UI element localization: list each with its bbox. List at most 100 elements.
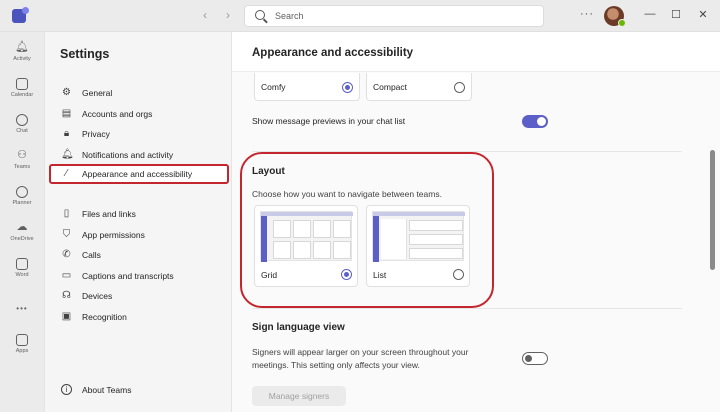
rail-label: Chat: [16, 128, 28, 134]
teams-logo-icon: [12, 7, 29, 23]
id-card-icon: ▤: [61, 108, 72, 119]
settings-item-accounts[interactable]: ▤ Accounts and orgs: [53, 105, 225, 123]
settings-item-label: General: [82, 88, 113, 98]
layout-option-grid[interactable]: Grid: [254, 205, 358, 287]
rail-item-calendar[interactable]: Calendar: [0, 74, 44, 106]
chat-icon: [16, 114, 28, 126]
headset-icon: ☊: [62, 290, 71, 301]
sign-language-title: Sign language view: [252, 322, 345, 333]
lock-icon: 🔒︎: [63, 128, 70, 139]
rail-item-chat[interactable]: Chat: [0, 110, 44, 142]
captions-icon: ▭: [61, 270, 72, 281]
word-icon: [16, 258, 28, 270]
settings-item-label: Devices: [82, 291, 113, 301]
layout-option-list[interactable]: List: [366, 205, 470, 287]
search-input[interactable]: [275, 9, 525, 23]
message-previews-label: Show message previews in your chat list: [252, 116, 406, 126]
rail-item-activity[interactable]: 🔔︎ Activity: [0, 38, 44, 70]
layout-description: Choose how you want to navigate between …: [252, 189, 442, 199]
rail-label: Activity: [13, 56, 31, 62]
rail-item-planner[interactable]: Planner: [0, 182, 44, 214]
list-label: List: [373, 270, 387, 280]
more-apps-icon: •••: [16, 304, 28, 313]
phone-icon: ✆: [62, 249, 71, 260]
settings-item-appearance[interactable]: ⁄ Appearance and accessibility: [49, 164, 229, 184]
list-radio[interactable]: [453, 269, 464, 280]
settings-item-general[interactable]: ⚙ General: [53, 84, 225, 102]
rail-item-word[interactable]: Word: [0, 254, 44, 286]
settings-item-captions[interactable]: ▭ Captions and transcripts: [53, 267, 225, 285]
message-previews-toggle[interactable]: [522, 115, 548, 128]
settings-item-label: Privacy: [82, 129, 110, 139]
settings-panel: Settings ⚙ General ▤ Accounts and orgs 🔒…: [44, 32, 232, 412]
settings-item-label: Calls: [82, 250, 101, 260]
settings-item-files[interactable]: ▯ Files and links: [53, 205, 225, 223]
density-option-compact[interactable]: Compact: [366, 73, 472, 101]
planner-icon: [16, 186, 28, 198]
search-icon: [255, 10, 265, 20]
section-divider: [252, 308, 682, 309]
grid-label: Grid: [261, 270, 278, 280]
density-option-comfy[interactable]: Comfy: [254, 73, 360, 101]
shield-icon: ⛉: [62, 229, 71, 240]
close-button[interactable]: ✕: [693, 8, 713, 21]
settings-item-label: Appearance and accessibility: [82, 169, 193, 179]
about-teams-item[interactable]: i About Teams: [53, 381, 225, 399]
page-title: Appearance and accessibility: [252, 47, 414, 59]
settings-item-notifications[interactable]: 🔔︎ Notifications and activity: [53, 146, 225, 164]
rail-item-teams[interactable]: ⚇ Teams: [0, 146, 44, 178]
compact-label: Compact: [373, 82, 408, 92]
forward-arrow-icon[interactable]: ›: [226, 8, 230, 22]
list-preview-thumbnail: [372, 211, 465, 262]
scrollbar-thumb[interactable]: [710, 150, 715, 270]
rail-label: Apps: [15, 348, 29, 354]
comfy-label: Comfy: [261, 82, 286, 92]
gear-icon: ⚙: [62, 87, 71, 98]
more-options-icon[interactable]: ···: [580, 8, 594, 20]
wand-icon: ⁄: [65, 168, 68, 179]
maximize-button[interactable]: ☐: [666, 8, 686, 21]
rail-label: OneDrive: [10, 236, 34, 242]
about-teams-label: About Teams: [82, 385, 132, 395]
settings-item-label: App permissions: [82, 230, 145, 240]
rail-label: Calendar: [10, 92, 34, 98]
teams-icon: ⚇: [17, 149, 27, 161]
sign-language-toggle[interactable]: [522, 352, 548, 365]
sign-language-description: Signers will appear larger on your scree…: [252, 347, 469, 370]
cloud-icon: ☁︎: [16, 221, 28, 233]
rail-more-button[interactable]: •••: [0, 300, 44, 314]
settings-item-privacy[interactable]: 🔒︎ Privacy: [53, 125, 225, 143]
settings-item-label: Files and links: [82, 209, 136, 219]
comfy-radio[interactable]: [342, 82, 353, 93]
compact-radio[interactable]: [454, 82, 465, 93]
back-arrow-icon[interactable]: ‹: [203, 8, 207, 22]
settings-item-label: Notifications and activity: [82, 150, 174, 160]
search-box[interactable]: [244, 5, 544, 27]
rail-label: Teams: [13, 164, 31, 170]
rail-item-apps[interactable]: Apps: [0, 330, 44, 362]
rail-label: Word: [15, 272, 29, 278]
settings-item-calls[interactable]: ✆ Calls: [53, 246, 225, 264]
settings-item-devices[interactable]: ☊ Devices: [53, 287, 225, 305]
rail-item-onedrive[interactable]: ☁︎ OneDrive: [0, 218, 44, 250]
title-bar: ‹ › ··· — ☐ ✕: [0, 0, 720, 32]
recognition-icon: ▣: [61, 311, 72, 322]
calendar-icon: [16, 78, 28, 90]
settings-item-label: Captions and transcripts: [82, 271, 174, 281]
grid-preview-thumbnail: [260, 211, 353, 262]
bell-icon: 🔔︎: [61, 149, 74, 160]
minimize-button[interactable]: —: [640, 8, 660, 20]
settings-item-recognition[interactable]: ▣ Recognition: [53, 308, 225, 326]
rail-label: Planner: [12, 200, 32, 206]
settings-item-label: Recognition: [82, 312, 127, 322]
layout-section-title: Layout: [252, 166, 285, 177]
settings-title: Settings: [60, 47, 110, 61]
grid-radio[interactable]: [341, 269, 352, 280]
manage-signers-button[interactable]: Manage signers: [252, 386, 346, 406]
app-rail: 🔔︎ Activity Calendar Chat ⚇ Teams Planne…: [0, 32, 44, 412]
page-header: Appearance and accessibility: [232, 32, 720, 72]
file-icon: ▯: [63, 208, 70, 219]
settings-item-app-permissions[interactable]: ⛉ App permissions: [53, 226, 225, 244]
apps-icon: [16, 334, 28, 346]
settings-item-label: Accounts and orgs: [82, 109, 153, 119]
